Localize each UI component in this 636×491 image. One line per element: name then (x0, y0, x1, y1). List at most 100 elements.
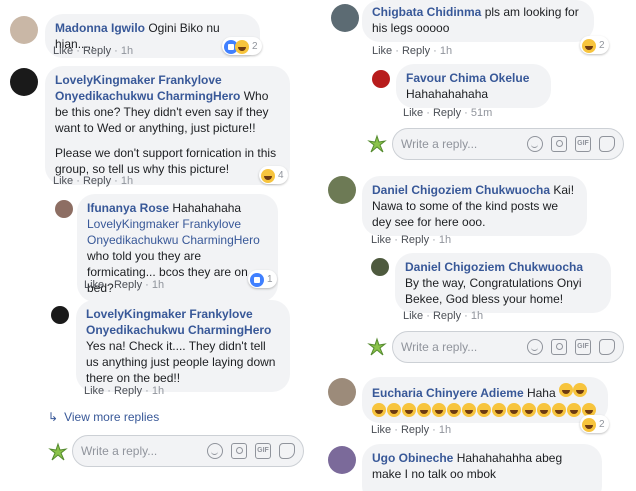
haha-reaction-icon (582, 417, 596, 432)
emoji-icon[interactable] (527, 136, 543, 152)
reply-link[interactable]: Reply (433, 107, 461, 119)
comment-author[interactable]: Madonna Igwilo (55, 21, 145, 35)
comment-actions: Like · Reply · 1h (84, 385, 165, 397)
user-avatar-icon (367, 337, 387, 356)
avatar[interactable] (10, 68, 38, 96)
comment-actions: Like · Reply · 1h (84, 279, 165, 291)
sticker-icon[interactable] (599, 339, 615, 355)
view-more-replies-link[interactable]: ↳ View more replies (48, 410, 159, 424)
reaction-count[interactable]: 2 (580, 415, 609, 433)
avatar[interactable] (51, 306, 69, 324)
timestamp[interactable]: 1h (471, 310, 483, 322)
camera-icon[interactable] (231, 443, 247, 459)
like-link[interactable]: Like (53, 45, 73, 57)
emoji-icon[interactable] (207, 443, 223, 459)
comment-actions: Like · Reply · 1h (372, 45, 453, 57)
comment-text: Hahahahaha (172, 201, 242, 215)
like-link[interactable]: Like (84, 385, 104, 397)
like-link[interactable]: Like (372, 45, 392, 57)
reply-input[interactable]: Write a reply... GIF (392, 331, 624, 363)
comment-bubble: Ugo Obineche Hahahahahha abeg make I no … (362, 444, 602, 491)
reply-link[interactable]: Reply (114, 385, 142, 397)
gif-icon[interactable]: GIF (575, 136, 591, 152)
avatar[interactable] (328, 378, 356, 406)
comment-author[interactable]: Daniel Chigoziem Chukwuocha (405, 259, 601, 275)
like-link[interactable]: Like (53, 175, 73, 187)
comment-author[interactable]: Favour Chima Okelue (406, 70, 541, 86)
timestamp[interactable]: 51m (471, 107, 492, 119)
reaction-count-number: 2 (599, 419, 605, 430)
reply-link[interactable]: Reply (83, 45, 111, 57)
comment-author[interactable]: Chigbata Chidinma (372, 5, 481, 19)
comment-author[interactable]: Eucharia Chinyere Adieme (372, 386, 524, 400)
comment-text: Yes na! Check it.... They didn't tell us… (86, 339, 276, 385)
gif-icon[interactable]: GIF (255, 443, 271, 459)
comment-bubble: Daniel Chigoziem Chukwuocha Kai! Nawa to… (362, 176, 587, 236)
avatar[interactable] (372, 70, 390, 88)
camera-icon[interactable] (551, 339, 567, 355)
comment-author[interactable]: Daniel Chigoziem Chukwuocha (372, 183, 550, 197)
reply-link[interactable]: Reply (433, 310, 461, 322)
avatar[interactable] (328, 176, 356, 204)
comment-actions: Like · Reply · 1h (403, 310, 484, 322)
emoji-icon[interactable] (527, 339, 543, 355)
reaction-count[interactable]: 1 (248, 270, 277, 288)
comment-actions: Like · Reply · 1h (53, 175, 134, 187)
like-link[interactable]: Like (371, 424, 391, 436)
reaction-count-number: 2 (599, 40, 605, 51)
comment-text: Haha (526, 386, 556, 400)
comment-text: By the way, Congratulations Onyi Bekee, … (405, 276, 582, 306)
avatar[interactable] (331, 4, 359, 32)
sticker-icon[interactable] (599, 136, 615, 152)
haha-reaction-icon (261, 168, 275, 183)
right-comments-column: Chigbata Chidinma pls am looking for his… (320, 0, 636, 491)
timestamp[interactable]: 1h (439, 234, 451, 246)
avatar[interactable] (10, 16, 38, 44)
timestamp[interactable]: 1h (152, 279, 164, 291)
mention-link[interactable]: LovelyKingmaker Frankylove Onyedikachukw… (87, 217, 260, 247)
avatar[interactable] (371, 258, 389, 276)
timestamp[interactable]: 1h (440, 45, 452, 57)
user-avatar-icon (367, 134, 387, 153)
haha-reaction-icon (582, 38, 596, 53)
laughing-emoji-row-icon (372, 403, 598, 417)
comment-author[interactable]: LovelyKingmaker Frankylove Onyedikachukw… (86, 307, 271, 337)
reply-link[interactable]: Reply (114, 279, 142, 291)
comment-text-paragraph: Please we don't support fornication in t… (55, 146, 277, 176)
reply-link[interactable]: Reply (401, 234, 429, 246)
reply-link[interactable]: Reply (83, 175, 111, 187)
comment-actions: Like · Reply · 1h (53, 45, 134, 57)
reply-arrow-icon: ↳ (48, 410, 59, 424)
reply-bubble: Daniel Chigoziem Chukwuocha By the way, … (395, 253, 611, 313)
comment-author[interactable]: LovelyKingmaker Frankylove Onyedikachukw… (55, 73, 240, 103)
like-reaction-icon (250, 272, 264, 287)
comment-author[interactable]: Ifunanya Rose (87, 201, 169, 215)
like-link[interactable]: Like (84, 279, 104, 291)
timestamp[interactable]: 1h (152, 385, 164, 397)
timestamp[interactable]: 1h (121, 175, 133, 187)
reaction-count[interactable]: 2 (580, 36, 609, 54)
sticker-icon[interactable] (279, 443, 295, 459)
camera-icon[interactable] (551, 136, 567, 152)
reply-placeholder: Write a reply... (81, 444, 158, 458)
reply-link[interactable]: Reply (401, 424, 429, 436)
timestamp[interactable]: 1h (121, 45, 133, 57)
comment-actions: Like · Reply · 1h (371, 234, 452, 246)
gif-icon[interactable]: GIF (575, 339, 591, 355)
like-link[interactable]: Like (403, 310, 423, 322)
timestamp[interactable]: 1h (439, 424, 451, 436)
like-link[interactable]: Like (403, 107, 423, 119)
reply-input[interactable]: Write a reply... GIF (72, 435, 304, 467)
reply-input[interactable]: Write a reply... GIF (392, 128, 624, 160)
like-link[interactable]: Like (371, 234, 391, 246)
comment-author[interactable]: Ugo Obineche (372, 451, 453, 465)
avatar[interactable] (328, 446, 356, 474)
reply-link[interactable]: Reply (402, 45, 430, 57)
haha-reaction-icon (235, 39, 249, 54)
reply-bubble: LovelyKingmaker Frankylove Onyedikachukw… (76, 300, 290, 392)
avatar[interactable] (55, 200, 73, 218)
reaction-count[interactable]: 2 (222, 37, 262, 55)
reply-placeholder: Write a reply... (401, 340, 478, 354)
reaction-count-number: 2 (252, 41, 258, 52)
reaction-count[interactable]: 4 (259, 166, 288, 184)
